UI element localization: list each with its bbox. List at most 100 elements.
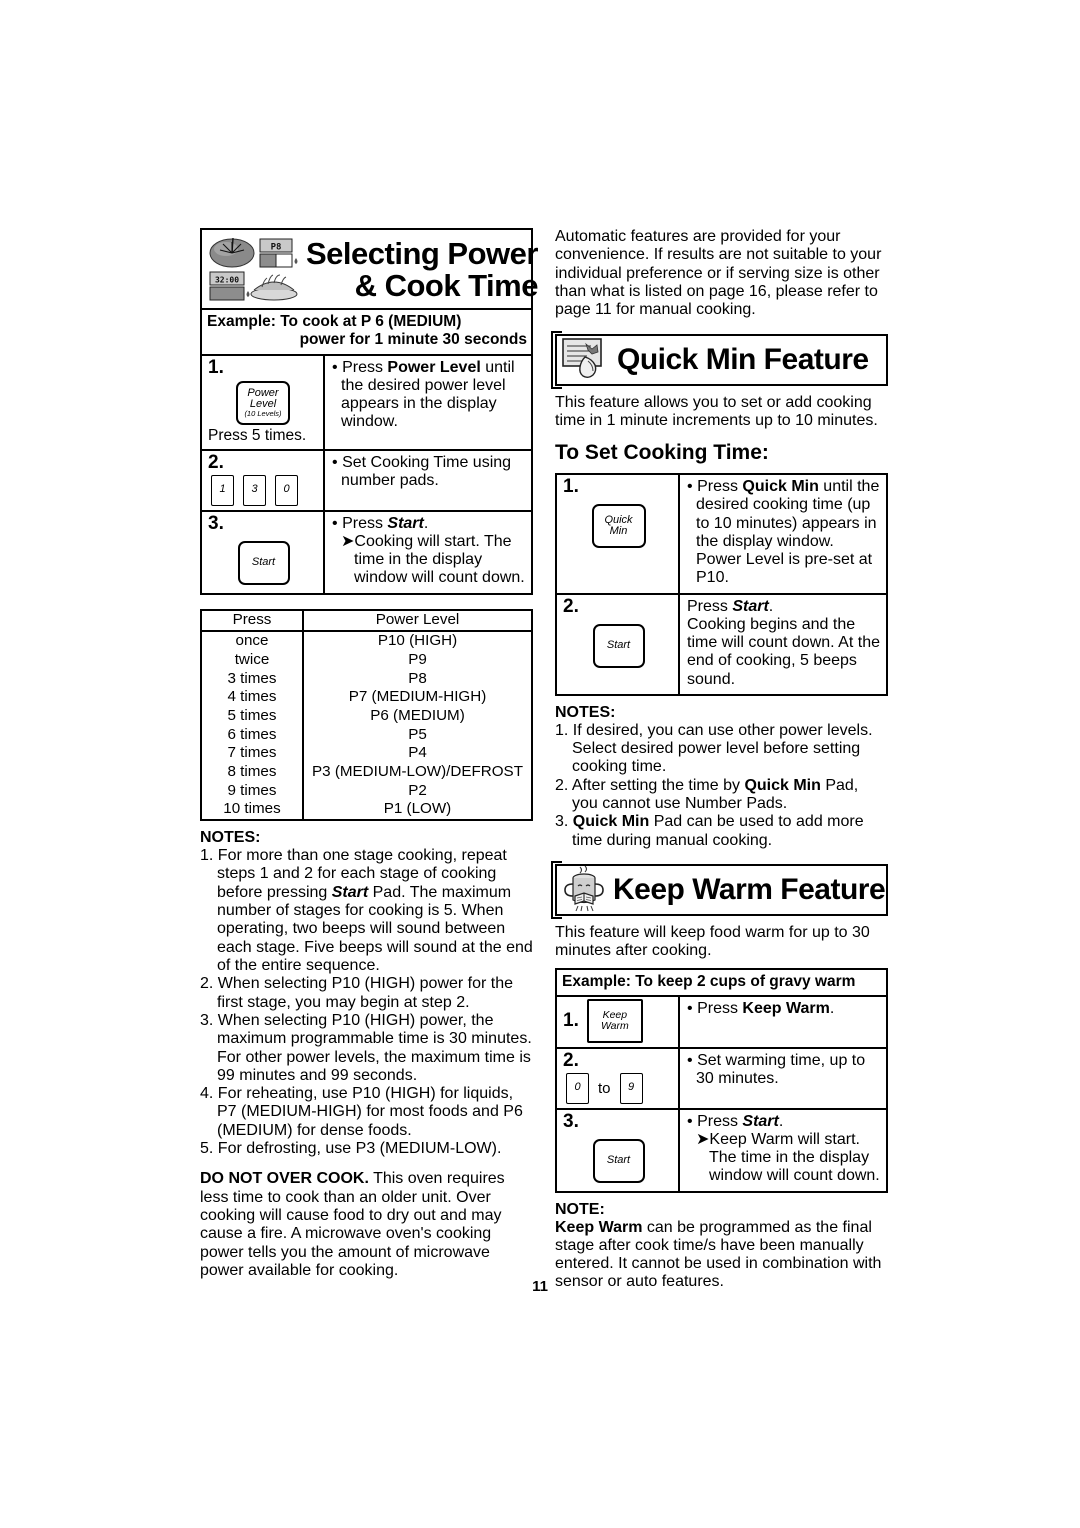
instruction-text: Set Cooking Time using number pads.	[341, 453, 512, 489]
note-number: 1.	[200, 847, 214, 865]
note-number: 3.	[200, 1011, 214, 1029]
to-set-cooking-time-heading: To Set Cooking Time:	[555, 441, 769, 465]
banner-title: Quick Min Feature	[615, 336, 886, 384]
number-pad-1[interactable]: 1	[211, 474, 234, 506]
power-level-pad[interactable]: Power Level (10 Levels)	[236, 380, 290, 425]
note-pre: For reheating, use P10 (HIGH) for liquid…	[217, 1085, 523, 1139]
table-row: 6 times P5	[201, 725, 532, 745]
quick-min-pad[interactable]: Quick Min	[591, 504, 646, 549]
keep-warm-example: Example: To keep 2 cups of gravy warm	[555, 967, 888, 997]
note-pre: If desired, you can use other power leve…	[572, 721, 873, 776]
step-number: 1.	[563, 1010, 579, 1032]
bullet: •	[687, 1051, 693, 1069]
banner-title: Selecting Power & Cook Time	[306, 230, 542, 308]
keep-warm-title: Keep Warm Feature	[613, 872, 886, 906]
step-row: 2. 1 3 0 • Set Cooking Time using number…	[202, 448, 531, 510]
table-row: 8 times P3 (MEDIUM-LOW)/DEFROST	[201, 763, 532, 782]
note-item: 1. If desired, you can use other power l…	[555, 722, 888, 777]
instruction-pre: Press	[697, 1112, 743, 1130]
keep-warm-pad[interactable]: Keep Warm	[586, 998, 643, 1043]
note-pre: For defrosting, use P3 (MEDIUM-LOW).	[217, 1140, 502, 1158]
steaming-cup-reading-book-icon	[557, 865, 611, 914]
step-row: 3. Start • Press Start. ➤Cooking will st…	[202, 509, 531, 593]
cell-level: P10 (HIGH)	[377, 632, 458, 650]
table-header-row: Press Power Level	[201, 609, 532, 633]
pad-label-line2: Min	[609, 525, 628, 538]
cell-level: P2	[408, 781, 427, 799]
pad-label-line1: Keep	[602, 1008, 628, 1021]
note-item: 5. For defrosting, use P3 (MEDIUM-LOW).	[200, 1140, 533, 1158]
start-pad-wrap: Start	[563, 1138, 674, 1183]
svg-text:32:00: 32:00	[215, 276, 239, 285]
arrow-icon: ➤	[341, 532, 355, 550]
cell-press: 10 times	[201, 800, 304, 821]
cell-press: 4 times	[201, 688, 304, 707]
quick-min-pad-wrap: Quick Min	[563, 504, 674, 549]
bullet: •	[687, 999, 693, 1017]
note-number: 2.	[200, 975, 214, 993]
quick-min-notes-heading: NOTES:	[555, 703, 616, 721]
instruction-post: .	[829, 999, 835, 1017]
number-pad-0[interactable]: 0	[566, 1072, 589, 1104]
note-pre: When selecting P10 (HIGH) power, the max…	[217, 1011, 532, 1084]
instruction-pre: Press	[687, 597, 733, 615]
number-pad-0[interactable]: 0	[275, 474, 298, 506]
example-line2: power for 1 minute 30 seconds	[299, 331, 527, 349]
do-not-over-cook-paragraph: DO NOT OVER COOK. This oven requires les…	[200, 1170, 533, 1280]
step-left-cell: 2. 0 to 9	[557, 1048, 680, 1108]
banner-bracket	[551, 860, 562, 919]
start-pad[interactable]: Start	[592, 623, 645, 668]
step-instruction: • Press Start. ➤Cooking will start. The …	[325, 512, 531, 593]
start-pad[interactable]: Start	[237, 540, 290, 585]
cell-press: once	[201, 631, 304, 651]
left-column: P8 32:00 Selecting Power & Cook Time Exa…	[200, 228, 538, 1292]
example-line1: Example: To cook at P 6 (MEDIUM)	[207, 313, 462, 330]
step-left-cell: 2. 1 3 0	[202, 450, 325, 510]
banner-title: Keep Warm Feature	[611, 866, 889, 914]
step-instruction: • Press Power Level until the desired po…	[325, 356, 531, 449]
instruction-period: .	[778, 1112, 784, 1130]
instruction-bold: Keep Warm	[742, 999, 830, 1017]
cell-level: P1 (LOW)	[383, 800, 452, 818]
note-pre: After setting the time by	[571, 776, 745, 794]
number-pad-3[interactable]: 3	[243, 474, 266, 506]
note-bold: Keep Warm	[555, 1218, 643, 1236]
step-row: 3. Start • Press Start. ➤Keep Warm will …	[557, 1107, 886, 1191]
quick-min-steps: 1. Quick Min • Press Quick Min until the…	[555, 473, 888, 696]
step-number: 3.	[208, 512, 224, 534]
selecting-power-banner: P8 32:00 Selecting Power & Cook Time	[200, 228, 538, 310]
table-row: 7 times P4	[201, 744, 532, 763]
selecting-power-steps: 1. Power Level (10 Levels) Press 5 times…	[200, 355, 533, 595]
bullet: •	[332, 514, 338, 532]
step-number: 1.	[208, 356, 224, 378]
press-times-caption: Press 5 times.	[208, 426, 307, 444]
number-pad-9[interactable]: 9	[619, 1072, 643, 1104]
table-row: twice P9	[201, 650, 532, 670]
step-left-cell: 3. Start	[202, 511, 325, 593]
step-row: 1. Power Level (10 Levels) Press 5 times…	[202, 355, 531, 449]
step-number: 2.	[208, 451, 224, 473]
step-number: 3.	[563, 1110, 579, 1132]
step-number: 2.	[563, 1049, 579, 1071]
bullet: •	[332, 358, 338, 376]
step-left-cell: 1. Power Level (10 Levels) Press 5 times…	[202, 355, 325, 449]
keep-warm-note-heading: NOTE:	[555, 1200, 605, 1218]
hand-pressing-control-panel-icon	[557, 336, 615, 384]
note-number: 3.	[555, 813, 569, 831]
pad-label-line2: Warm	[600, 1019, 629, 1032]
step-instruction: • Press Start. ➤Keep Warm will start. Th…	[680, 1110, 886, 1191]
note-number: 4.	[200, 1085, 214, 1103]
cell-press: 9 times	[201, 781, 304, 801]
step-left-cell: 1. Quick Min	[557, 475, 680, 593]
instruction-bold: Power Level	[387, 358, 481, 376]
instruction-bold: Start	[732, 597, 769, 615]
page-number: 11	[532, 1278, 548, 1295]
step-instruction: • Set warming time, up to 30 minutes.	[680, 1049, 886, 1108]
note-pre: When selecting P10 (HIGH) power for the …	[217, 975, 514, 1011]
start-pad-wrap: Start	[208, 540, 319, 585]
step-left-cell: 2. Start	[557, 594, 680, 694]
table-row: 5 times P6 (MEDIUM)	[201, 706, 532, 726]
automatic-features-intro: Automatic features are provided for your…	[555, 228, 882, 319]
step-left-cell: 3. Start	[557, 1109, 680, 1191]
start-pad[interactable]: Start	[592, 1138, 645, 1183]
